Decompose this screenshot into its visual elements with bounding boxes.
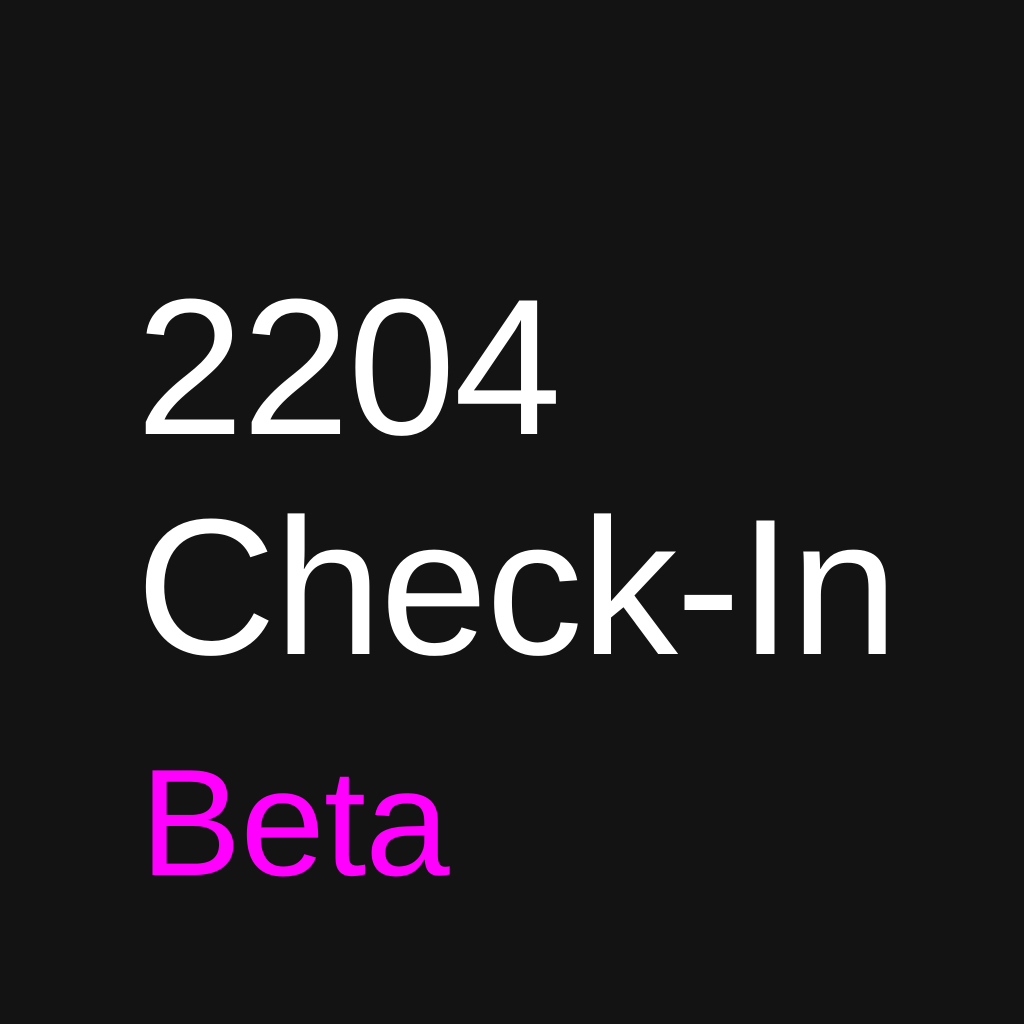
app-icon-canvas: 2204 Check-In Beta: [0, 0, 1024, 1024]
title-text: Check-In: [136, 479, 898, 696]
title-number: 2204: [136, 259, 562, 476]
beta-label: Beta: [140, 738, 450, 908]
app-title: 2204 Check-In: [136, 258, 898, 698]
